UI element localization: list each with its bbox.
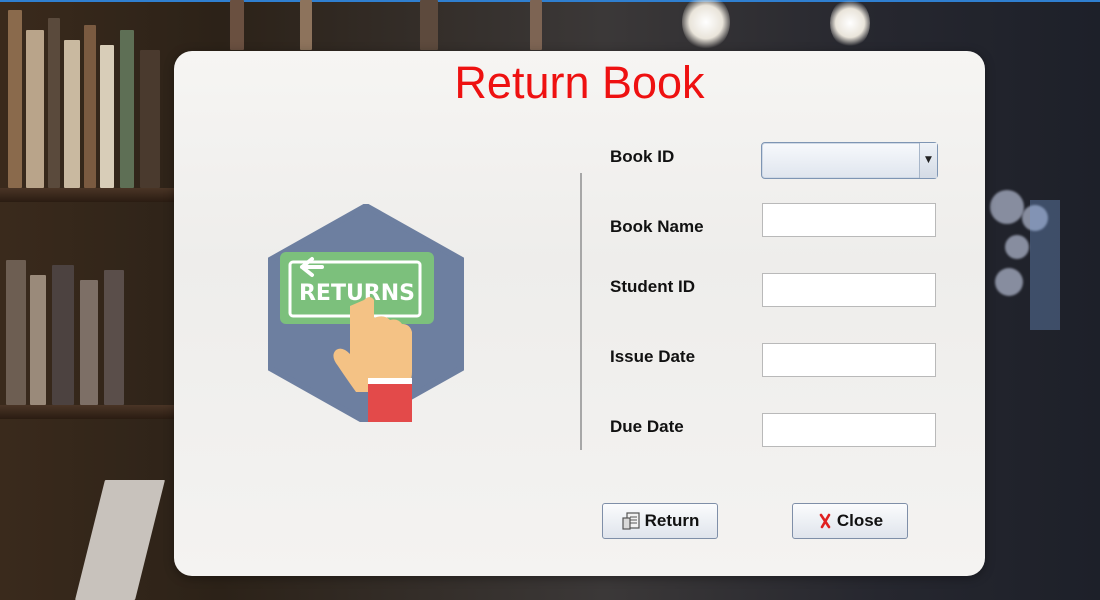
book-id-dropdown[interactable]: ▼ [761,142,938,179]
book-spine [300,0,312,50]
student-id-label: Student ID [610,277,695,296]
book-spine [230,0,244,50]
background-light [1005,235,1029,259]
book-spine [530,0,542,50]
return-icon [622,512,640,530]
return-button-label: Return [644,511,700,530]
book-spine [52,265,74,405]
book-id-label: Book ID [610,147,675,166]
book-spine [6,260,26,405]
book-spine [75,480,165,600]
book-spine [8,10,22,188]
page-title: Return Book [454,57,705,108]
book-spine [48,18,60,188]
book-spine [120,30,134,188]
close-button-label: Close [836,511,884,530]
due-date-label: Due Date [610,417,684,436]
bookshelf [0,405,190,419]
return-button[interactable]: Return [602,503,718,539]
book-name-label: Book Name [610,217,704,236]
book-spine [100,45,114,188]
background-light [995,268,1023,296]
book-spine [104,270,124,405]
issue-date-label: Issue Date [610,347,696,366]
book-spine [140,50,160,188]
book-spine [420,0,438,50]
dropdown-arrow-icon[interactable]: ▼ [919,143,937,178]
book-spine [64,40,80,188]
book-spine [26,30,44,188]
student-id-field[interactable] [762,273,936,307]
issue-date-field[interactable] [762,343,936,377]
ceiling-lamp [830,0,870,48]
due-date-field[interactable] [762,413,936,447]
close-icon [819,513,831,529]
background-window-glow [1030,200,1060,330]
form-divider [580,173,582,450]
book-spine [30,275,46,405]
book-spine [80,280,98,405]
close-button[interactable]: Close [792,503,908,539]
book-spine [84,25,96,188]
returns-illustration: RETURNS [267,203,465,426]
book-name-field[interactable] [762,203,936,237]
ceiling-lamp [682,0,730,50]
returns-sign-icon: RETURNS [267,203,465,425]
window-top-border [0,0,1100,2]
bookshelf [0,188,190,202]
return-book-dialog: Return Book RETURNS Book ID ▼ Book Name … [174,51,985,576]
background-light [990,190,1024,224]
returns-sign-text: RETURNS [299,281,415,306]
